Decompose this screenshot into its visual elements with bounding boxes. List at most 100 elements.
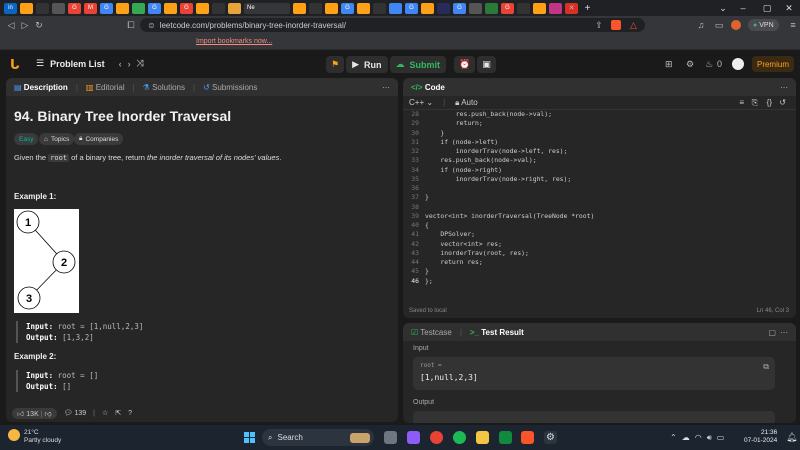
layout-icon[interactable]: ⊞ bbox=[665, 59, 673, 70]
wallet-icon[interactable] bbox=[731, 20, 741, 30]
star-icon[interactable]: ☆ bbox=[102, 409, 108, 417]
avatar[interactable] bbox=[732, 58, 744, 70]
tab-instagram[interactable] bbox=[549, 2, 562, 14]
menu-icon[interactable]: ≡ bbox=[786, 20, 800, 30]
tab-google[interactable]: G bbox=[453, 2, 466, 14]
tab-submissions[interactable]: ↺ Submissions bbox=[203, 83, 257, 92]
battery-icon[interactable]: ▭ bbox=[717, 433, 725, 443]
streak-icon[interactable]: ♨ bbox=[705, 59, 713, 70]
tab-linkedin[interactable]: in bbox=[4, 2, 17, 14]
companies-button[interactable]: 🔒︎ Companies bbox=[74, 133, 124, 145]
tab-google[interactable]: G bbox=[405, 2, 418, 14]
problem-list[interactable]: ☰ Problem List ‹ › ⤨ bbox=[36, 58, 144, 69]
tab-leetcode[interactable] bbox=[164, 2, 177, 14]
run-button[interactable]: ▶ Run bbox=[346, 56, 388, 73]
tab-leetcode[interactable] bbox=[20, 2, 33, 14]
tab-generic[interactable] bbox=[52, 2, 65, 14]
tab-github[interactable] bbox=[517, 2, 530, 14]
tab-github[interactable] bbox=[309, 2, 322, 14]
new-tab-button[interactable]: + bbox=[581, 3, 594, 14]
windows-start-icon[interactable] bbox=[244, 432, 255, 443]
tab-google[interactable]: G bbox=[100, 2, 113, 14]
tab-generic[interactable] bbox=[485, 2, 498, 14]
tab-description[interactable]: ▤ Description bbox=[14, 83, 68, 92]
bookmark-icon[interactable]: ⎘ bbox=[752, 98, 758, 108]
vpn-button[interactable]: ● VPN bbox=[748, 19, 779, 31]
tab-github[interactable] bbox=[212, 2, 225, 14]
tab-gmail[interactable]: M bbox=[84, 2, 97, 14]
prev-problem-icon[interactable]: ‹ bbox=[119, 59, 122, 69]
taskbar-search[interactable]: ⌕ Search bbox=[262, 429, 374, 446]
tab-generic[interactable] bbox=[469, 2, 482, 14]
more-icon[interactable]: ⋯ bbox=[382, 83, 390, 92]
tab-google[interactable]: G bbox=[341, 2, 354, 14]
language-select[interactable]: C++ ⌄ bbox=[409, 98, 433, 107]
autocomplete-toggle[interactable]: 🔒︎ Auto bbox=[455, 98, 478, 108]
tab-leetcode[interactable] bbox=[293, 2, 306, 14]
format-icon[interactable]: ≡ bbox=[739, 98, 744, 107]
spotify-icon[interactable] bbox=[453, 431, 466, 444]
next-problem-icon[interactable]: › bbox=[128, 59, 131, 69]
expand-icon[interactable]: ▢ bbox=[768, 328, 776, 337]
tab-sheets[interactable] bbox=[132, 2, 145, 14]
code-tab[interactable]: </> Code bbox=[411, 83, 445, 92]
widgets-icon[interactable] bbox=[407, 431, 420, 444]
chevron-up-icon[interactable]: ⌃ bbox=[670, 433, 677, 443]
tab-google[interactable]: G bbox=[501, 2, 514, 14]
more-icon[interactable]: ⋯ bbox=[780, 328, 788, 337]
tab-editorial[interactable]: ▥ Editorial bbox=[86, 83, 125, 92]
braces-icon[interactable]: {} bbox=[767, 98, 772, 107]
close-icon[interactable]: ✕ bbox=[569, 4, 575, 12]
topics-button[interactable]: ⌂ Topics bbox=[39, 133, 75, 145]
import-bookmarks-link[interactable]: Import bookmarks now... bbox=[196, 38, 272, 45]
share-icon[interactable]: ⇪ bbox=[592, 20, 606, 31]
help-icon[interactable]: ? bbox=[128, 410, 132, 417]
weather-widget[interactable]: 21°C Partly cloudy bbox=[8, 429, 61, 445]
timer-button[interactable]: ⏰ bbox=[454, 56, 476, 73]
premium-button[interactable]: Premium bbox=[752, 56, 794, 72]
chrome-icon[interactable] bbox=[430, 431, 443, 444]
site-info-icon[interactable]: ⊜ bbox=[148, 21, 155, 30]
tab-leetcode[interactable] bbox=[533, 2, 546, 14]
sidebar-icon[interactable]: ▭ bbox=[712, 20, 726, 31]
tab-current[interactable]: ✕ bbox=[565, 2, 578, 14]
volume-icon[interactable]: 🔊︎ bbox=[707, 433, 712, 443]
notification-icon[interactable]: 🔔︎ bbox=[786, 432, 797, 443]
bookmark-icon[interactable]: ⧠ bbox=[124, 20, 138, 31]
tab-solutions[interactable]: ⚗ Solutions bbox=[143, 83, 185, 92]
leetcode-logo-icon[interactable]: ᒐ bbox=[10, 57, 24, 72]
cloud-icon[interactable]: ☁ bbox=[682, 433, 690, 443]
close-window-icon[interactable]: ✕ bbox=[774, 0, 800, 16]
file-explorer-icon[interactable] bbox=[476, 431, 489, 444]
shuffle-icon[interactable]: ⤨ bbox=[137, 58, 144, 69]
like-button[interactable]: 👍︎ 13K | 👎︎ bbox=[12, 407, 57, 419]
comments-button[interactable]: 💬︎ 139 bbox=[64, 409, 87, 417]
settings-icon[interactable]: ⚙ bbox=[544, 431, 557, 444]
tab-testcase[interactable]: ☑ Testcase bbox=[411, 328, 452, 337]
task-view-icon[interactable] bbox=[384, 431, 397, 444]
brave-shield-icon[interactable] bbox=[611, 20, 621, 30]
settings-icon[interactable]: ⚙ bbox=[686, 59, 694, 70]
tab-github[interactable] bbox=[373, 2, 386, 14]
app-icon[interactable] bbox=[499, 431, 512, 444]
submit-button[interactable]: ☁ Submit bbox=[389, 56, 446, 73]
wifi-icon[interactable]: ◠ bbox=[695, 433, 702, 443]
tab-google[interactable]: G bbox=[68, 2, 81, 14]
thumbs-down-icon[interactable]: 👎︎ bbox=[44, 411, 51, 418]
notes-button[interactable]: ▣ bbox=[477, 56, 496, 73]
tab-leetcode[interactable] bbox=[116, 2, 129, 14]
tab-generic[interactable] bbox=[437, 2, 450, 14]
tab-google[interactable]: G bbox=[180, 2, 193, 14]
back-icon[interactable]: ◁ bbox=[4, 20, 18, 31]
tab-chrome[interactable] bbox=[228, 2, 241, 14]
code-editor[interactable]: 28 res.push_back(node->val); 29 return; 30… bbox=[403, 110, 796, 286]
debug-button[interactable]: ⚑ bbox=[326, 56, 345, 73]
tab-github[interactable] bbox=[36, 2, 49, 14]
more-icon[interactable]: ⋯ bbox=[780, 83, 788, 92]
tab-docs[interactable] bbox=[389, 2, 402, 14]
tab-leetcode[interactable] bbox=[421, 2, 434, 14]
tab-active[interactable]: Ne bbox=[244, 2, 290, 14]
share-icon[interactable]: ⇱ bbox=[115, 409, 121, 417]
tab-test-result[interactable]: >_ Test Result bbox=[470, 328, 524, 337]
brave-icon[interactable] bbox=[521, 431, 534, 444]
